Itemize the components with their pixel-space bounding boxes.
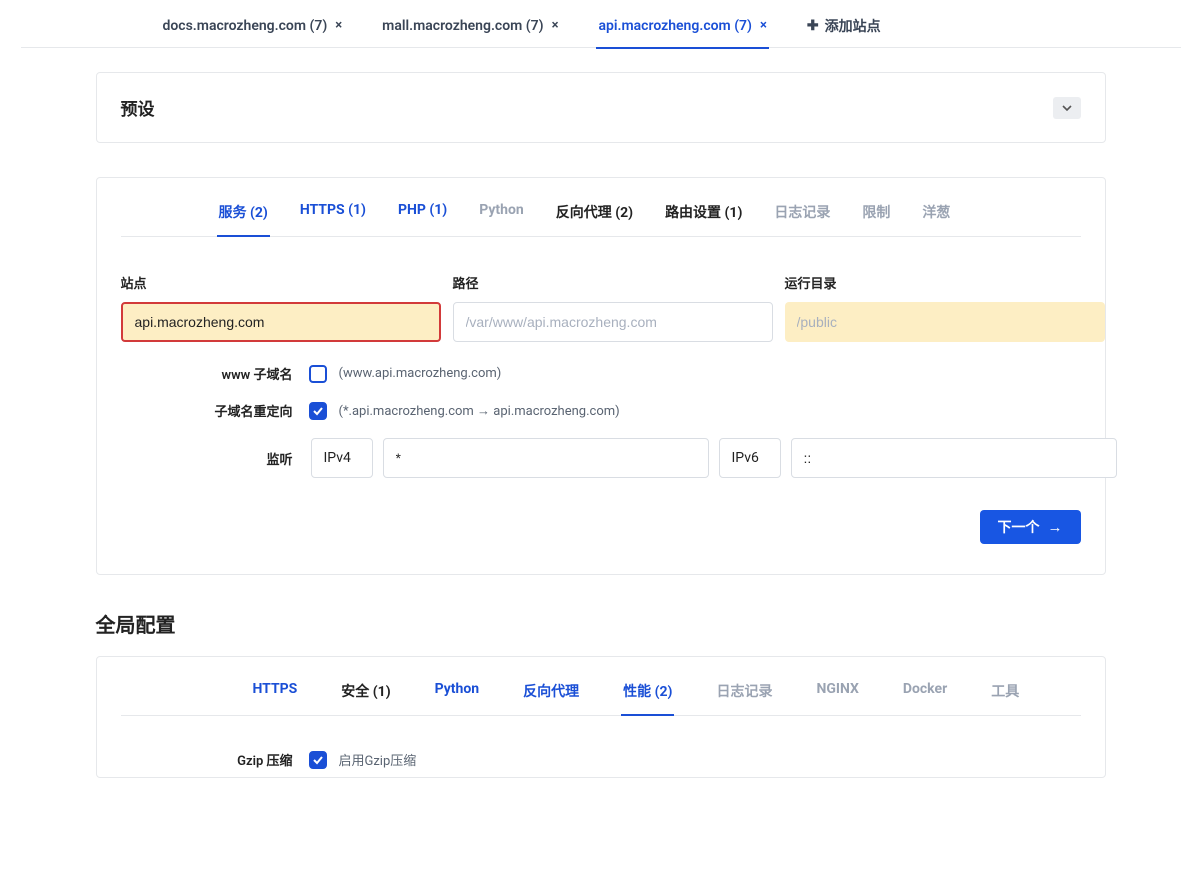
- tab-limits[interactable]: 限制: [860, 202, 892, 236]
- gtab-performance[interactable]: 性能 (2): [621, 681, 674, 715]
- tab-reverse-proxy[interactable]: 反向代理 (2): [554, 202, 635, 236]
- path-label: 路径: [453, 273, 773, 292]
- site-config-panel: 服务 (2) HTTPS (1) PHP (1) Python 反向代理 (2)…: [96, 177, 1106, 575]
- path-input[interactable]: [453, 302, 773, 342]
- gtab-reverse-proxy[interactable]: 反向代理: [521, 681, 581, 715]
- listen-row: 监听 IPv4 IPv6: [121, 438, 1081, 478]
- subdomain-redirect-label: 子域名重定向: [121, 401, 301, 420]
- config-tabs: 服务 (2) HTTPS (1) PHP (1) Python 反向代理 (2)…: [121, 202, 1081, 237]
- ipv6-prefix: IPv6: [719, 438, 781, 478]
- gtab-python[interactable]: Python: [433, 681, 482, 715]
- site-tab-mall[interactable]: mall.macrozheng.com (7) ×: [380, 10, 560, 48]
- site-tab-docs[interactable]: docs.macrozheng.com (7) ×: [161, 10, 345, 48]
- gzip-label: Gzip 压缩: [121, 750, 301, 769]
- gzip-checkbox[interactable]: [309, 751, 327, 769]
- next-button-label: 下一个: [998, 517, 1040, 537]
- next-button[interactable]: 下一个 →: [980, 510, 1081, 544]
- run-dir-input[interactable]: [785, 302, 1105, 342]
- subdomain-redirect-hint: (*.api.macrozheng.com → api.macrozheng.c…: [339, 403, 620, 419]
- tab-logging[interactable]: 日志记录: [772, 202, 832, 236]
- run-dir-label: 运行目录: [785, 273, 1105, 292]
- tab-service[interactable]: 服务 (2): [217, 202, 270, 236]
- www-subdomain-row: www 子域名 (www.api.macrozheng.com): [121, 364, 1081, 383]
- gtab-logging[interactable]: 日志记录: [714, 681, 774, 715]
- subdomain-redirect-row: 子域名重定向 (*.api.macrozheng.com → api.macro…: [121, 401, 1081, 420]
- gtab-tools[interactable]: 工具: [989, 681, 1021, 715]
- close-icon[interactable]: ×: [552, 19, 559, 32]
- site-label: 站点: [121, 273, 441, 292]
- tab-php[interactable]: PHP (1): [396, 202, 449, 236]
- plus-icon: ✚: [807, 18, 819, 34]
- gtab-docker[interactable]: Docker: [901, 681, 949, 715]
- site-tabs: docs.macrozheng.com (7) × mall.macrozhen…: [21, 0, 1181, 48]
- global-config-panel: HTTPS 安全 (1) Python 反向代理 性能 (2) 日志记录 NGI…: [96, 656, 1106, 778]
- site-form-grid: 站点 路径 运行目录: [121, 273, 1081, 342]
- site-input[interactable]: [121, 302, 441, 342]
- next-row: 下一个 →: [121, 504, 1081, 566]
- tab-https[interactable]: HTTPS (1): [298, 202, 368, 236]
- gzip-enable-label: 启用Gzip压缩: [339, 750, 417, 769]
- close-icon[interactable]: ×: [335, 19, 342, 32]
- site-tab-api[interactable]: api.macrozheng.com (7) ×: [596, 10, 768, 48]
- tab-routing[interactable]: 路由设置 (1): [663, 202, 744, 236]
- add-site-label: 添加站点: [825, 16, 881, 36]
- site-tab-label: mall.macrozheng.com (7): [382, 18, 543, 34]
- ipv4-prefix: IPv4: [311, 438, 373, 478]
- global-tabs: HTTPS 安全 (1) Python 反向代理 性能 (2) 日志记录 NGI…: [121, 681, 1081, 716]
- www-subdomain-label: www 子域名: [121, 364, 301, 383]
- preset-panel: 预设: [96, 72, 1106, 143]
- gtab-https[interactable]: HTTPS: [251, 681, 300, 715]
- subdomain-redirect-checkbox[interactable]: [309, 402, 327, 420]
- close-icon[interactable]: ×: [760, 19, 767, 32]
- www-subdomain-hint: (www.api.macrozheng.com): [339, 366, 502, 381]
- add-site-button[interactable]: ✚ 添加站点: [805, 8, 883, 50]
- chevron-down-icon[interactable]: [1053, 97, 1081, 119]
- site-tab-label: api.macrozheng.com (7): [598, 18, 751, 34]
- ipv4-input[interactable]: [383, 438, 709, 478]
- gzip-row: Gzip 压缩 启用Gzip压缩: [121, 750, 1081, 769]
- www-subdomain-checkbox[interactable]: [309, 365, 327, 383]
- gtab-nginx[interactable]: NGINX: [814, 681, 860, 715]
- ipv6-input[interactable]: [791, 438, 1117, 478]
- tab-python[interactable]: Python: [477, 202, 526, 236]
- site-tab-label: docs.macrozheng.com (7): [163, 18, 328, 34]
- global-section-title: 全局配置: [96, 609, 1106, 638]
- arrow-right-icon: →: [1048, 519, 1063, 536]
- listen-label: 监听: [121, 449, 301, 468]
- gtab-security[interactable]: 安全 (1): [339, 681, 392, 715]
- preset-title: 预设: [121, 95, 155, 120]
- tab-onion[interactable]: 洋葱: [920, 202, 952, 236]
